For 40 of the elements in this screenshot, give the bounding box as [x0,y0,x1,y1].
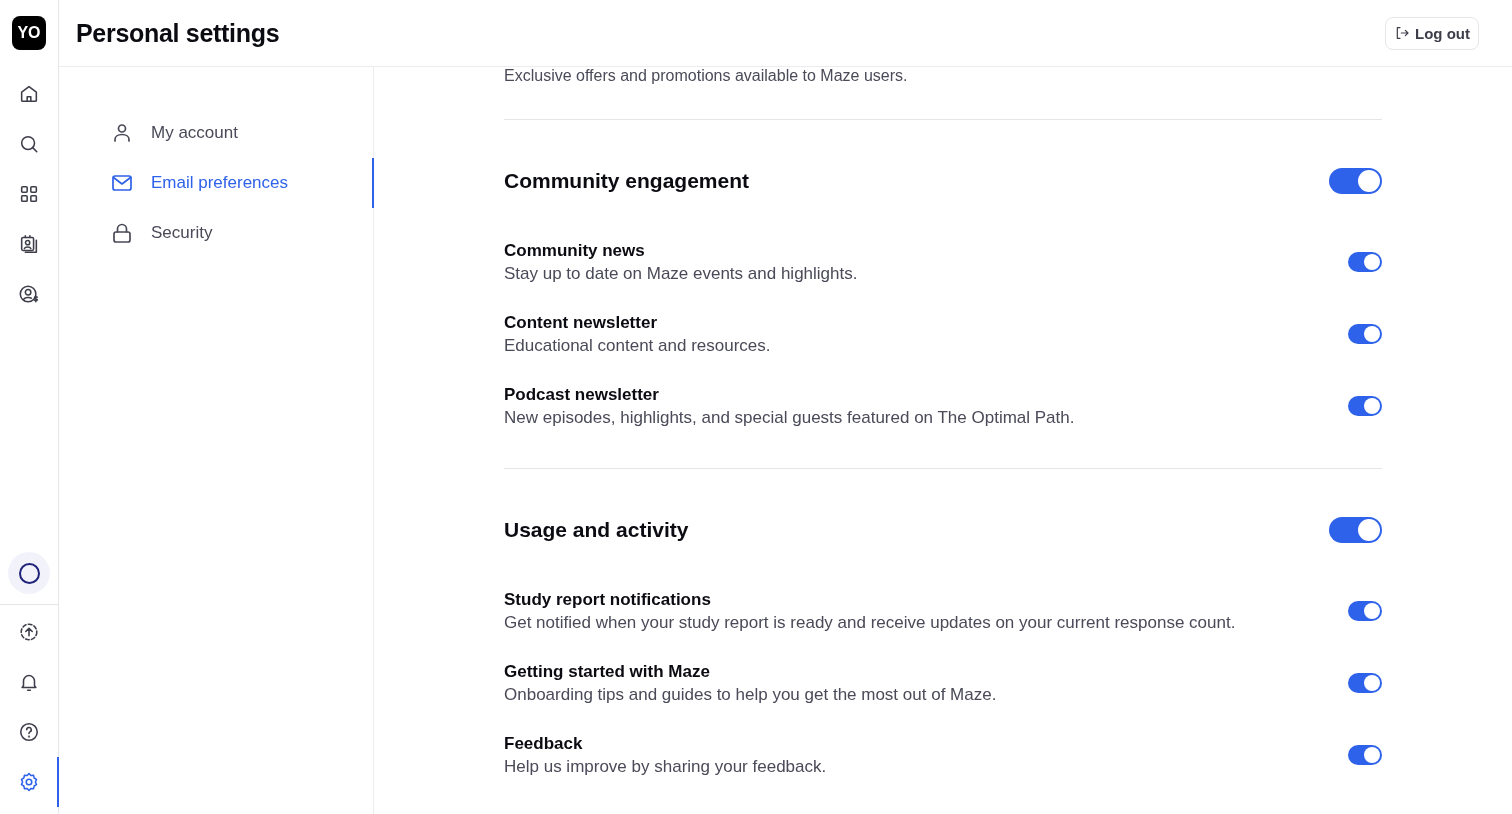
preference-description: Stay up to date on Maze events and highlights. [504,263,858,284]
toggle-switch[interactable] [1348,252,1382,272]
avatar-icon[interactable] [18,562,40,584]
preference-description: Help us improve by sharing your feedback. [504,756,827,777]
preference-description: New episodes, highlights, and special guests featured on The Optimal Path. [504,407,1075,428]
settings-icon [18,771,40,793]
toggle-switch[interactable] [1329,517,1382,543]
grid-icon [18,183,40,205]
preference-title: Community news [504,240,646,261]
contact-card-icon [18,233,40,255]
preference-title: Podcast newsletter [504,384,660,405]
toggle-switch[interactable] [1329,168,1382,194]
settings-menu-item[interactable]: My account [59,108,373,158]
logout-icon [1394,25,1410,41]
settings-menu-item[interactable]: Email preferences [59,158,373,208]
preference-description: Get notified when your study report is ready and receive updates on your current response count. [504,612,1236,633]
upload-icon [18,621,40,643]
toggle-switch[interactable] [1348,324,1382,344]
preference-title: Study report notifications [504,589,712,610]
help-icon [18,721,40,743]
section-title: Community engagement [504,169,750,193]
toggle-switch[interactable] [1348,396,1382,416]
toggle-switch[interactable] [1348,745,1382,765]
toggle-switch[interactable] [1348,673,1382,693]
user-dollar-icon [18,283,40,305]
section-description: Exclusive offers and promotions available to Maze users. [504,67,1382,120]
workspace-logo[interactable]: YO [12,16,46,50]
preference-title: Content newsletter [504,312,659,333]
section-title: Usage and activity [504,518,689,542]
preference-title: Getting started with Maze [504,661,711,682]
page-title: Personal settings [76,18,280,48]
preference-description: Educational content and resources. [504,335,771,356]
lock-icon [110,221,134,245]
logout-button[interactable]: Log out [1385,16,1479,50]
home-icon [18,83,40,105]
settings-menu-item[interactable]: Security [59,208,373,258]
preference-title: Feedback [504,733,584,754]
search-icon [18,133,40,155]
toggle-switch[interactable] [1348,601,1382,621]
preference-description: Onboarding tips and guides to help you get the most out of Maze. [504,684,997,705]
